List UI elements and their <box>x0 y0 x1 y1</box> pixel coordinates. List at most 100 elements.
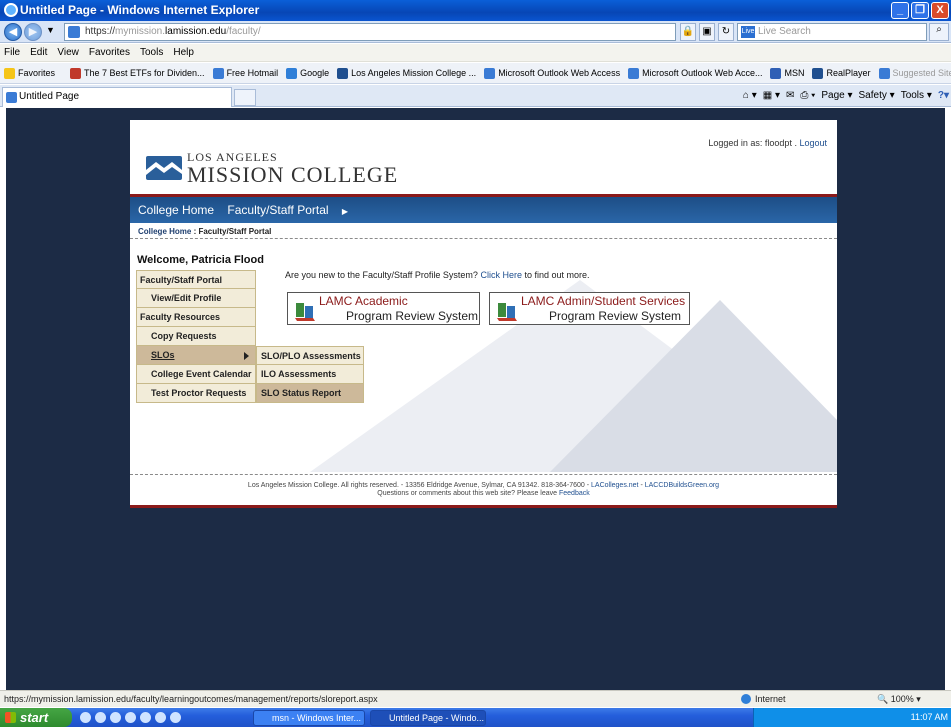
academic-program-review-button[interactable]: LAMC Academic Program Review System <box>287 292 480 325</box>
menu-item-faculty-staff-portal[interactable]: Faculty/Staff Portal <box>136 270 256 289</box>
menu-item-faculty-resources[interactable]: Faculty Resources <box>136 308 256 327</box>
menu-file[interactable]: File <box>4 44 20 61</box>
favorite-icon <box>770 67 782 79</box>
logout-link[interactable]: Logout <box>799 138 827 148</box>
menu-edit[interactable]: Edit <box>30 44 47 61</box>
menu-item-college-event-calendar[interactable]: College Event Calendar <box>136 365 256 384</box>
maximize-button[interactable]: ❐ <box>911 2 929 19</box>
favorite-link[interactable]: Google <box>286 63 330 83</box>
favorite-link[interactable]: Los Angeles Mission College ... <box>337 63 476 83</box>
quicklaunch-icon[interactable] <box>80 712 91 723</box>
quicklaunch-icon[interactable] <box>110 712 121 723</box>
favorites-button[interactable]: Favorites <box>4 63 55 83</box>
status-bar: https://mymission.lamission.edu/faculty/… <box>0 690 951 707</box>
taskbar-msn[interactable]: msn - Windows Inter... <box>253 710 365 726</box>
favorite-link[interactable]: MSN <box>770 63 804 83</box>
forward-icon[interactable]: ▶ <box>24 23 42 41</box>
footer-divider <box>130 474 837 475</box>
quicklaunch-icon[interactable] <box>155 712 166 723</box>
favorite-label: Google <box>300 67 330 78</box>
tab-row: Untitled Page ⌂ ▾ ▦ ▾ ✉ ⎙ ▾ Page ▾ Safet… <box>0 85 951 107</box>
tab-page-icon <box>6 92 17 103</box>
refresh-icon[interactable]: ↻ <box>718 23 734 41</box>
menu-tools[interactable]: Tools <box>140 44 163 61</box>
menu-item-slos[interactable]: SLOs <box>136 346 256 365</box>
quicklaunch-icon[interactable] <box>170 712 181 723</box>
security-zone: Internet <box>741 691 786 707</box>
submenu-item-slo-status-report[interactable]: SLO Status Report <box>256 384 364 403</box>
home-icon[interactable]: ⌂ ▾ <box>743 88 757 104</box>
click-here-link[interactable]: Click Here <box>480 270 522 280</box>
quicklaunch-icon[interactable] <box>140 712 151 723</box>
admin-title: LAMC Admin/Student Services <box>521 294 686 308</box>
address-bar[interactable]: https://mymission.lamission.edu/faculty/ <box>64 23 676 41</box>
url-scheme: https:// <box>85 26 116 37</box>
favorite-link[interactable]: Microsoft Outlook Web Access <box>484 63 620 83</box>
favorite-link[interactable]: The 7 Best ETFs for Dividen... <box>70 63 205 83</box>
admin-program-review-button[interactable]: LAMC Admin/Student Services Program Revi… <box>489 292 690 325</box>
address-toolbar: ◀ ▶ ▼ https://mymission.lamission.edu/fa… <box>0 21 951 43</box>
mail-icon[interactable]: ✉ <box>786 88 794 104</box>
command-safety[interactable]: Safety ▾ <box>859 88 895 104</box>
system-tray: 11:07 AM <box>753 708 951 727</box>
submenu-item-slo-plo-assessments[interactable]: SLO/PLO Assessments <box>256 346 364 365</box>
new-tail: to find out more. <box>524 270 590 280</box>
tab-untitled-page[interactable]: Untitled Page <box>2 87 232 107</box>
start-button[interactable]: start <box>0 708 72 727</box>
command-tools[interactable]: Tools ▾ <box>901 88 932 104</box>
compat-icon[interactable]: ▣ <box>699 23 715 41</box>
menu-bar: File Edit View Favorites Tools Help <box>0 44 951 62</box>
zoom-level[interactable]: 🔍 100% ▾ <box>877 691 921 707</box>
college-logo-icon <box>146 156 182 180</box>
college-name: MISSION COLLEGE <box>187 162 399 187</box>
menu-view[interactable]: View <box>57 44 79 61</box>
favorite-link[interactable]: RealPlayer <box>812 63 871 83</box>
submenu-item-ilo-assessments[interactable]: ILO Assessments <box>256 365 364 384</box>
help-icon[interactable]: ?▾ <box>938 88 949 104</box>
favorite-link[interactable]: Free Hotmail <box>212 63 278 83</box>
buildsgreen-link[interactable]: LACCDBuildsGreen.org <box>645 482 719 489</box>
favorite-link[interactable]: Suggested Sites <box>878 63 951 83</box>
favorite-label: Suggested Sites <box>892 67 951 78</box>
search-input[interactable]: Live Live Search <box>737 23 927 41</box>
nav-faculty-portal[interactable]: Faculty/Staff Portal ▶ <box>227 203 358 217</box>
command-bar: ⌂ ▾ ▦ ▾ ✉ ⎙ ▾ Page ▾ Safety ▾ Tools ▾ ?▾ <box>743 88 949 104</box>
left-menu: Faculty/Staff Portal View/Edit Profile Fac… <box>136 270 256 403</box>
favorite-link[interactable]: Microsoft Outlook Web Acce... <box>628 63 762 83</box>
quicklaunch-icon[interactable] <box>95 712 106 723</box>
menu-item-test-proctor-requests[interactable]: Test Proctor Requests <box>136 384 256 403</box>
favorite-icon <box>286 67 298 79</box>
back-icon[interactable]: ◀ <box>4 23 22 41</box>
page-icon <box>68 26 80 38</box>
feedback-link[interactable]: Feedback <box>559 490 590 497</box>
favorite-icon <box>70 67 82 79</box>
favorite-icon <box>812 67 824 79</box>
nav-college-home[interactable]: College Home <box>138 203 214 217</box>
crumb-home-link[interactable]: College Home <box>138 227 191 236</box>
menu-favorites[interactable]: Favorites <box>89 44 130 61</box>
favorites-bar: Favorites The 7 Best ETFs for Dividen...… <box>0 63 951 84</box>
taskbar-untitled-page[interactable]: Untitled Page - Windo... <box>370 710 486 726</box>
quicklaunch-icon[interactable] <box>125 712 136 723</box>
new-user-notice: Are you new to the Faculty/Staff Profile… <box>285 270 590 280</box>
url-host-prefix: mymission. <box>115 26 166 37</box>
dotted-divider <box>130 238 837 239</box>
window-title: Untitled Page - Windows Internet Explore… <box>20 3 260 17</box>
menu-item-copy-requests[interactable]: Copy Requests <box>136 327 256 346</box>
program-review-icon <box>295 303 315 321</box>
lock-icon[interactable]: 🔒 <box>680 23 696 41</box>
favorite-icon <box>484 67 496 79</box>
search-icon[interactable]: ⌕ <box>929 23 949 41</box>
feeds-icon[interactable]: ▦ ▾ <box>763 88 780 104</box>
print-icon[interactable]: ⎙ ▾ <box>800 88 815 104</box>
command-page[interactable]: Page ▾ <box>821 88 852 104</box>
quick-launch <box>80 712 181 723</box>
menu-help[interactable]: Help <box>173 44 194 61</box>
minimize-button[interactable]: _ <box>891 2 909 19</box>
menu-item-view-edit-profile[interactable]: View/Edit Profile <box>136 289 256 308</box>
new-tab-button[interactable] <box>234 89 256 106</box>
history-dropdown-icon[interactable]: ▼ <box>46 25 55 35</box>
lacolleges-link[interactable]: LAColleges.net <box>591 482 638 489</box>
close-button[interactable]: X <box>931 2 949 19</box>
breadcrumb: College Home : Faculty/Staff Portal <box>138 227 271 236</box>
